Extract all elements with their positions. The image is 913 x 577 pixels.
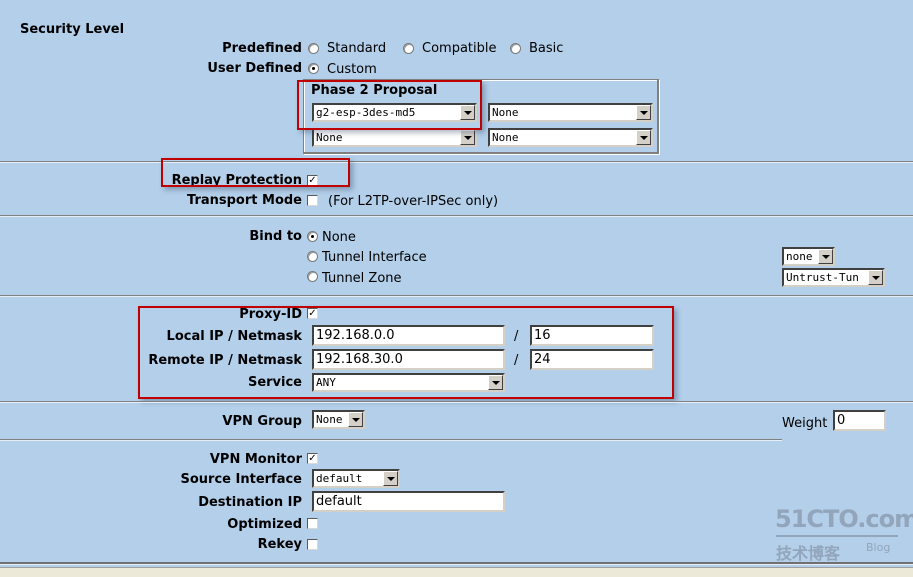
highlight-proxy-id [138, 306, 674, 399]
watermark-rule [776, 535, 898, 537]
vpn-group-label: VPN Group [222, 414, 302, 429]
vpn-group-value: None [316, 413, 343, 426]
radio-bind-none[interactable] [307, 231, 318, 242]
source-interface-value: default [316, 472, 363, 485]
highlight-phase2 [297, 80, 482, 130]
radio-basic[interactable] [510, 43, 521, 54]
chevron-down-icon [636, 105, 651, 120]
watermark-blog: Blog [866, 541, 891, 554]
tunnel-zone-value: Untrust-Tun [786, 271, 859, 284]
radio-compatible[interactable] [403, 43, 414, 54]
phase2-select-2-value: None [492, 106, 519, 119]
radio-compatible-label: Compatible [422, 41, 497, 56]
tunnel-interface-select[interactable]: none [782, 247, 835, 266]
phase2-select-3-value: None [316, 131, 343, 144]
divider [0, 439, 782, 441]
radio-bind-none-label: None [322, 230, 356, 245]
optimized-label: Optimized [227, 517, 302, 532]
divider [0, 161, 913, 163]
tunnel-interface-value: none [786, 250, 813, 263]
divider [0, 295, 913, 297]
radio-standard-label: Standard [327, 41, 387, 56]
transport-mode-note: (For L2TP-over-IPSec only) [328, 194, 499, 209]
radio-tunnel-zone-label: Tunnel Zone [322, 271, 402, 286]
radio-tunnel-interface[interactable] [307, 251, 318, 262]
highlight-replay [161, 158, 350, 187]
weight-label: Weight [782, 416, 828, 431]
watermark-site: 51CTO.com [775, 505, 913, 533]
section-title: Security Level [20, 22, 125, 37]
chevron-down-icon [348, 412, 363, 427]
bind-to-label: Bind to [249, 229, 302, 244]
transport-mode-checkbox[interactable] [307, 195, 318, 206]
source-interface-label: Source Interface [180, 472, 303, 487]
radio-tunnel-zone[interactable] [307, 271, 318, 282]
weight-input[interactable]: 0 [833, 410, 886, 431]
radio-standard[interactable] [308, 43, 319, 54]
radio-tunnel-interface-label: Tunnel Interface [322, 250, 427, 265]
divider [0, 401, 913, 403]
chevron-down-icon [818, 249, 833, 264]
phase2-select-4[interactable]: None [488, 128, 653, 147]
source-interface-select[interactable]: default [312, 469, 400, 488]
rekey-label: Rekey [257, 537, 302, 552]
chevron-down-icon [383, 471, 398, 486]
vpn-group-select[interactable]: None [312, 410, 365, 429]
vpn-monitor-checkbox[interactable]: ✓ [307, 453, 318, 464]
radio-custom-label: Custom [327, 62, 377, 77]
predefined-label: Predefined [222, 41, 302, 56]
phase2-select-2[interactable]: None [488, 103, 653, 122]
radio-custom[interactable] [308, 63, 319, 74]
phase2-select-4-value: None [492, 131, 519, 144]
divider [0, 215, 913, 217]
tunnel-zone-select[interactable]: Untrust-Tun [782, 268, 885, 287]
radio-basic-label: Basic [529, 41, 564, 56]
rekey-checkbox[interactable] [307, 539, 318, 550]
chevron-down-icon [868, 270, 883, 285]
watermark-sub: 技术博客 [776, 544, 841, 563]
destination-ip-label: Destination IP [198, 495, 302, 510]
divider [0, 562, 913, 565]
chevron-down-icon [636, 130, 651, 145]
phase2-select-3[interactable]: None [312, 128, 477, 147]
chevron-down-icon [460, 130, 475, 145]
optimized-checkbox[interactable] [307, 518, 318, 529]
destination-ip-input[interactable]: default [312, 491, 505, 512]
transport-mode-label: Transport Mode [187, 193, 302, 208]
user-defined-label: User Defined [207, 61, 302, 76]
vpn-monitor-label: VPN Monitor [209, 452, 302, 467]
